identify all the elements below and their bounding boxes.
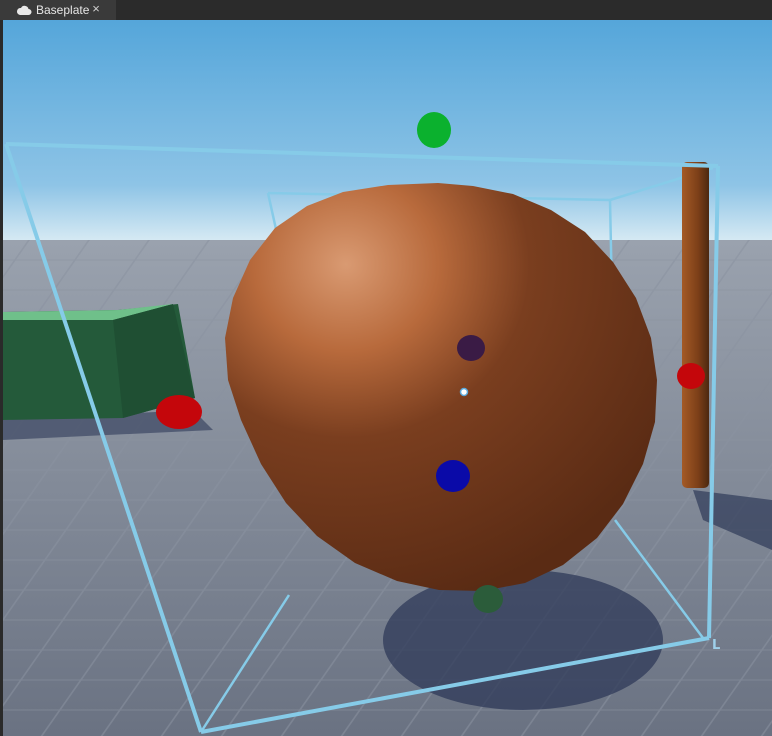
3d-viewport[interactable] (3, 20, 772, 736)
handle-green-bottom[interactable] (473, 585, 503, 613)
tab-bar: Baseplate × (0, 0, 772, 21)
tab-baseplate[interactable]: Baseplate × (0, 0, 116, 20)
handle-blue-front[interactable] (436, 460, 470, 492)
close-icon[interactable]: × (90, 1, 102, 17)
handle-green-top[interactable] (417, 112, 451, 148)
handle-red-left[interactable] (156, 395, 202, 429)
axis-label: L (712, 638, 721, 653)
scene[interactable] (3, 20, 772, 736)
handle-red-right[interactable] (677, 363, 705, 389)
pivot-point (459, 387, 469, 397)
pole-part[interactable] (682, 162, 709, 488)
tab-label: Baseplate (36, 3, 90, 17)
cloud-icon (16, 5, 32, 15)
handle-blue-back[interactable] (457, 335, 485, 361)
